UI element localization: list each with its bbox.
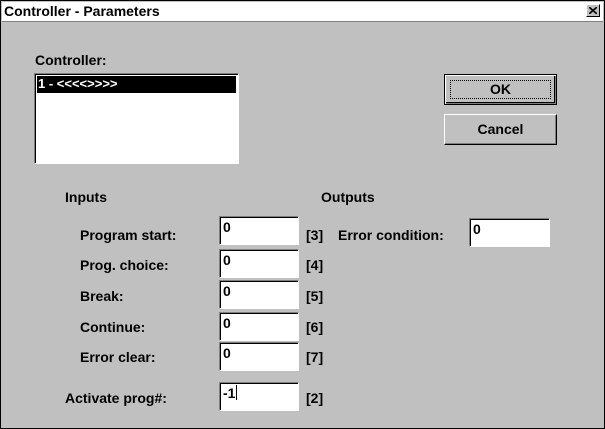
controller-listbox[interactable]: 1 - <<<<>>>> <box>34 73 239 164</box>
continue-index: [6] <box>306 319 324 335</box>
continue-field[interactable]: 0 <box>219 312 299 341</box>
controller-label: Controller: <box>35 52 107 68</box>
title-bar: Controller - Parameters <box>2 2 603 22</box>
activate-prog-label: Activate prog#: <box>65 390 167 406</box>
controller-parameters-dialog: Controller - Parameters Controller: 1 - … <box>0 0 605 429</box>
close-button[interactable] <box>586 4 600 17</box>
activate-prog-value: -1 <box>223 385 236 401</box>
error-condition-label: Error condition: <box>338 227 444 243</box>
continue-label: Continue: <box>80 319 146 335</box>
program-start-field[interactable]: 0 <box>219 216 299 245</box>
program-start-label: Program start: <box>80 227 177 243</box>
error-clear-label: Error clear: <box>80 349 156 365</box>
error-clear-field[interactable]: 0 <box>219 342 299 371</box>
activate-prog-field[interactable]: -1 <box>219 382 299 411</box>
ok-button[interactable]: OK <box>444 74 557 105</box>
close-icon <box>589 7 597 14</box>
break-index: [5] <box>306 288 324 304</box>
break-label: Break: <box>80 288 124 304</box>
window-title: Controller - Parameters <box>4 3 160 19</box>
focus-rectangle <box>450 80 551 99</box>
prog-choice-field[interactable]: 0 <box>219 249 299 278</box>
break-field[interactable]: 0 <box>219 280 299 309</box>
text-caret <box>236 385 238 400</box>
prog-choice-label: Prog. choice: <box>80 257 169 273</box>
error-condition-field[interactable]: 0 <box>469 218 550 247</box>
program-start-index: [3] <box>306 227 324 243</box>
outputs-heading: Outputs <box>321 189 375 205</box>
error-clear-index: [7] <box>306 349 324 365</box>
prog-choice-index: [4] <box>306 257 324 273</box>
list-item[interactable]: 1 - <<<<>>>> <box>37 76 236 93</box>
inputs-heading: Inputs <box>65 189 107 205</box>
cancel-button-label: Cancel <box>477 121 524 137</box>
cancel-button[interactable]: Cancel <box>444 114 557 145</box>
activate-prog-index: [2] <box>306 390 324 406</box>
